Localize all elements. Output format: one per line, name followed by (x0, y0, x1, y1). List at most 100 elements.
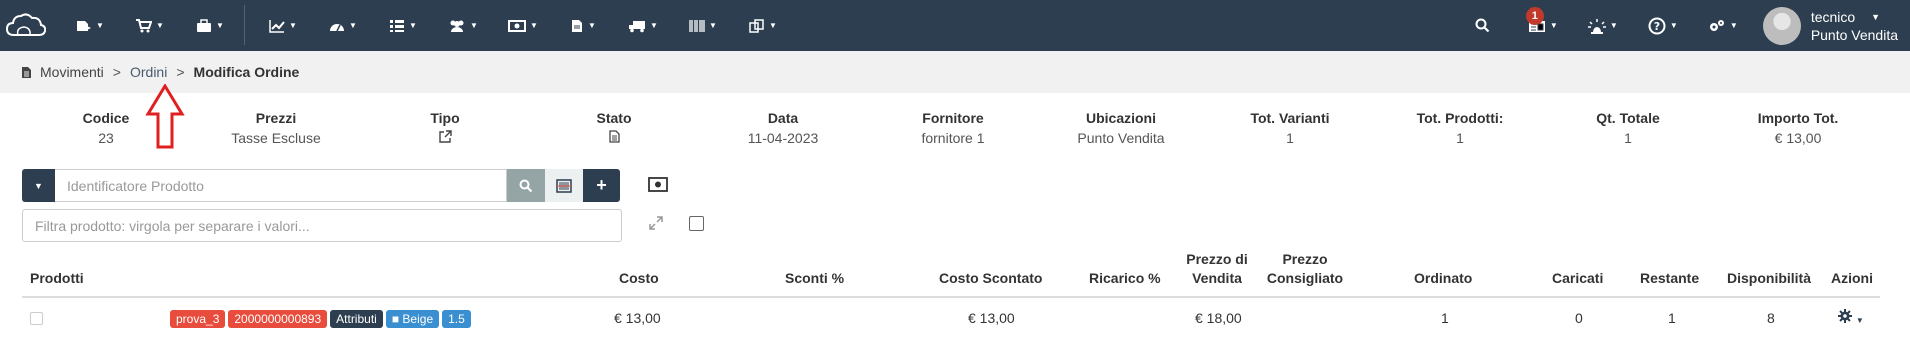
chart-icon (269, 19, 285, 33)
document-icon (608, 130, 620, 143)
cell-caricati: 0 (1575, 310, 1583, 326)
nav-settings-menu[interactable]: ▼ (1693, 0, 1753, 51)
scan-icon (556, 178, 572, 193)
info-qt-totale: Qt. Totale 1 (1596, 110, 1660, 146)
col-costo-scontato[interactable]: Costo Scontato (939, 269, 1042, 288)
add-product-button[interactable]: + (583, 169, 620, 202)
product-filter-input[interactable] (22, 209, 622, 242)
col-prezzo-consigliato[interactable]: Prezzo Consigliato (1260, 250, 1350, 288)
col-prezzo-vendita[interactable]: Prezzo di Vendita (1182, 250, 1252, 288)
gear-icon (1838, 309, 1852, 323)
table-row: prova_3 2000000000893 Attributi ■ Beige … (22, 300, 1880, 338)
product-barcode-tag[interactable]: 2000000000893 (228, 310, 328, 328)
settings-icon (1709, 19, 1724, 31)
cell-restante: 1 (1668, 310, 1676, 326)
user-menu[interactable]: tecnico ▼ Punto Vendita (1753, 0, 1910, 51)
nav-help-menu[interactable]: ? ▼ (1633, 0, 1693, 51)
nav-money-menu[interactable]: ▼ (493, 0, 553, 51)
dashboard-icon (330, 23, 345, 31)
row-actions-button[interactable]: ▼ (1838, 309, 1864, 326)
nav-notifications-menu[interactable]: 1 ▼ (1513, 0, 1573, 51)
cell-prezzo-vendita: € 18,00 (1195, 310, 1242, 326)
col-disponibilita[interactable]: Disponibilità (1727, 269, 1811, 288)
nav-search-button[interactable] (1453, 0, 1513, 51)
nav-truck-menu[interactable]: ▼ (613, 0, 673, 51)
avatar (1762, 6, 1801, 45)
nav-dashboard-menu[interactable]: ▼ (313, 0, 373, 51)
briefcase-icon (197, 18, 212, 32)
size-tag: 1.5 (442, 310, 471, 328)
col-costo[interactable]: Costo (619, 269, 659, 288)
product-name-tag[interactable]: prova_3 (170, 310, 226, 328)
breadcrumb: Movimenti > Ordini > Modifica Ordine (0, 51, 1910, 93)
document-icon (22, 66, 31, 78)
info-codice: Codice 23 (82, 110, 130, 146)
breadcrumb-movimenti[interactable]: Movimenti (40, 64, 104, 80)
nav-alerts-menu[interactable]: ▼ (1573, 0, 1633, 51)
search-icon (1475, 18, 1490, 33)
col-restante[interactable]: Restante (1640, 269, 1699, 288)
info-data: Data 11-04-2023 (747, 110, 819, 146)
breadcrumb-separator: > (112, 64, 121, 80)
svg-text:?: ? (1654, 20, 1660, 33)
truck-icon (629, 20, 646, 32)
search-icon (519, 179, 533, 192)
user-store: Punto Vendita (1810, 26, 1898, 43)
scan-barcode-button[interactable] (545, 169, 583, 202)
col-caricati[interactable]: Caricati (1552, 269, 1603, 288)
chevron-down-icon: ▼ (34, 180, 43, 191)
nav-briefcase-menu[interactable]: ▼ (180, 0, 240, 51)
chevron-down-icon: ▼ (1855, 316, 1864, 325)
document-icon (572, 19, 583, 32)
users-icon (450, 20, 464, 32)
filter-checkbox[interactable] (689, 216, 704, 231)
user-name: tecnico (1810, 8, 1856, 25)
product-identifier-input[interactable] (55, 169, 507, 202)
money-icon[interactable] (648, 177, 668, 192)
nav-barcode-menu[interactable]: ▼ (673, 0, 733, 51)
movements-icon (77, 20, 92, 31)
col-ordinato[interactable]: Ordinato (1414, 269, 1472, 288)
plus-icon: + (596, 175, 607, 195)
info-prezzi: Prezzi Tasse Escluse (231, 110, 321, 146)
product-tags: prova_3 2000000000893 Attributi ■ Beige … (170, 310, 474, 328)
barcode-icon (689, 19, 705, 32)
order-summary: Codice 23 Prezzi Tasse Escluse Tipo Stato … (0, 108, 1910, 152)
breadcrumb-current: Modifica Ordine (193, 64, 300, 80)
nav-movements-menu[interactable]: ▼ (60, 0, 120, 51)
info-ubicazioni: Ubicazioni Punto Vendita (1077, 110, 1165, 146)
cell-costo-scontato: € 13,00 (968, 310, 1015, 326)
search-button[interactable] (507, 169, 545, 202)
info-tipo: Tipo (360, 108, 530, 148)
alert-icon (1587, 18, 1606, 34)
cell-costo: € 13,00 (614, 310, 661, 326)
help-icon: ? (1648, 17, 1666, 34)
nav-copy-menu[interactable]: ▼ (733, 0, 793, 51)
nav-cart-menu[interactable]: ▼ (120, 0, 180, 51)
col-sconti[interactable]: Sconti % (785, 269, 844, 288)
nav-users-menu[interactable]: ▼ (433, 0, 493, 51)
nav-document-menu[interactable]: ▼ (553, 0, 613, 51)
breadcrumb-ordini[interactable]: Ordini (130, 64, 167, 80)
nav-separator (244, 5, 245, 45)
row-checkbox[interactable] (30, 312, 43, 325)
nav-list-menu[interactable]: ▼ (373, 0, 433, 51)
col-prodotti[interactable]: Prodotti (30, 269, 84, 288)
chevron-down-icon: ▼ (1871, 11, 1881, 22)
cell-disponibilita: 8 (1767, 310, 1775, 326)
external-link-icon[interactable] (438, 130, 452, 143)
attributes-tag[interactable]: Attributi (330, 310, 383, 328)
nav-chart-menu[interactable]: ▼ (253, 0, 313, 51)
product-search-group: ▼ + (22, 169, 620, 202)
breadcrumb-separator: > (176, 64, 185, 80)
expand-icon[interactable] (648, 215, 664, 231)
cloud-logo-icon[interactable] (4, 8, 46, 42)
col-azioni: Azioni (1831, 270, 1873, 286)
list-icon (390, 19, 405, 32)
col-ricarico[interactable]: Ricarico % (1089, 269, 1161, 288)
cell-ordinato: 1 (1441, 310, 1449, 326)
table-header: Prodotti Costo Sconti % Costo Scontato R… (22, 248, 1880, 298)
search-options-dropdown[interactable]: ▼ (22, 169, 55, 202)
info-tot-prodotti: Tot. Prodotti: 1 (1416, 110, 1504, 146)
copy-icon (749, 18, 764, 33)
